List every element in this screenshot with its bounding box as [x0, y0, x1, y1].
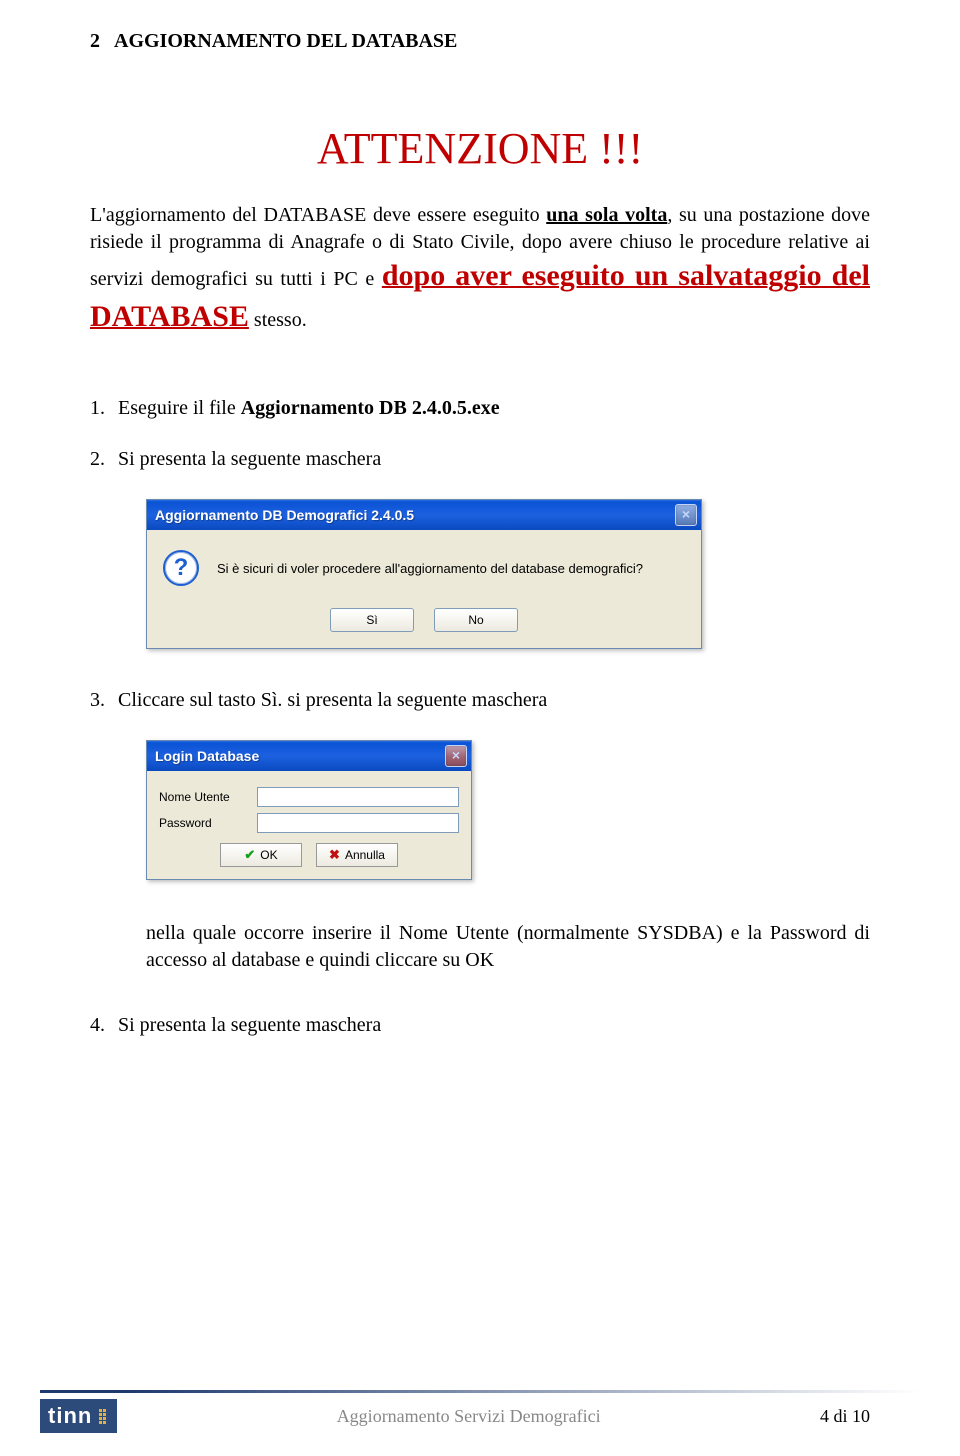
step-2-number: 2.	[90, 448, 118, 471]
footer-divider	[40, 1390, 920, 1393]
login-body: Nome Utente Password ✔ OK ✖ Annulla	[147, 771, 471, 879]
username-row: Nome Utente	[159, 787, 459, 807]
cancel-button[interactable]: ✖ Annulla	[316, 843, 398, 867]
step-3-text: Cliccare sul tasto Sì. si presenta la se…	[118, 689, 547, 711]
step-4: 4.Si presenta la seguente maschera	[118, 1014, 870, 1037]
step-3-number: 3.	[90, 689, 118, 712]
tinn-logo: tinn	[40, 1399, 117, 1433]
step-1-filename: Aggiornamento DB 2.4.0.5.exe	[241, 397, 500, 419]
logo-dots-icon	[99, 1409, 109, 1424]
cancel-label: Annulla	[345, 848, 385, 862]
step-3-note: nella quale occorre inserire il Nome Ute…	[146, 920, 870, 974]
confirm-dialog: Aggiornamento DB Demografici 2.4.0.5 × ?…	[146, 499, 702, 649]
no-button[interactable]: No	[434, 608, 518, 632]
yes-button[interactable]: Sì	[330, 608, 414, 632]
section-title: AGGIORNAMENTO DEL DATABASE	[114, 30, 457, 52]
no-label: No	[468, 613, 483, 627]
check-icon: ✔	[244, 847, 255, 863]
confirm-titlebar: Aggiornamento DB Demografici 2.4.0.5 ×	[147, 500, 701, 530]
login-titlebar: Login Database ×	[147, 741, 471, 771]
login-button-row: ✔ OK ✖ Annulla	[159, 843, 459, 867]
yes-label: Sì	[366, 613, 377, 627]
step-3: 3.Cliccare sul tasto Sì. si presenta la …	[118, 689, 870, 712]
intro-text-3: stesso.	[249, 309, 307, 331]
username-label: Nome Utente	[159, 790, 257, 804]
confirm-title: Aggiornamento DB Demografici 2.4.0.5	[155, 507, 675, 523]
step-1-text: Eseguire il file	[118, 397, 241, 419]
ok-button[interactable]: ✔ OK	[220, 843, 302, 867]
intro-text: L'aggiornamento del DATABASE deve essere…	[90, 204, 546, 226]
footer-row: tinn Aggiornamento Servizi Demografici 4…	[0, 1399, 960, 1433]
confirm-message: Si è sicuri di voler procedere all'aggio…	[217, 561, 643, 576]
intro-emph-1: una sola volta	[546, 204, 667, 226]
page-number: 4 di 10	[820, 1406, 870, 1427]
page-footer: tinn Aggiornamento Servizi Demografici 4…	[0, 1390, 960, 1440]
confirm-button-row: Sì No	[163, 608, 685, 632]
step-4-text: Si presenta la seguente maschera	[118, 1014, 381, 1036]
section-number: 2	[90, 30, 100, 52]
password-row: Password	[159, 813, 459, 833]
login-title: Login Database	[155, 748, 445, 764]
password-input[interactable]	[257, 813, 459, 833]
step-2-text: Si presenta la seguente maschera	[118, 448, 381, 470]
confirm-row: ? Si è sicuri di voler procedere all'agg…	[163, 550, 685, 586]
logo-text: tinn	[48, 1403, 92, 1429]
login-dialog: Login Database × Nome Utente Password ✔ …	[146, 740, 472, 880]
step-4-number: 4.	[90, 1014, 118, 1037]
section-heading: 2 AGGIORNAMENTO DEL DATABASE	[90, 30, 870, 53]
question-icon: ?	[163, 550, 199, 586]
step-1: 1.Eseguire il file Aggiornamento DB 2.4.…	[118, 397, 870, 420]
step-2: 2.Si presenta la seguente maschera	[118, 448, 870, 471]
x-icon: ✖	[329, 847, 340, 863]
attention-heading: ATTENZIONE !!!	[90, 123, 870, 174]
close-icon[interactable]: ×	[445, 745, 467, 767]
footer-title: Aggiornamento Servizi Demografici	[117, 1406, 820, 1427]
intro-paragraph: L'aggiornamento del DATABASE deve essere…	[90, 202, 870, 337]
password-label: Password	[159, 816, 257, 830]
close-icon[interactable]: ×	[675, 504, 697, 526]
page-body: 2 AGGIORNAMENTO DEL DATABASE ATTENZIONE !…	[0, 0, 960, 1037]
confirm-body: ? Si è sicuri di voler procedere all'agg…	[147, 530, 701, 648]
step-1-number: 1.	[90, 397, 118, 420]
username-input[interactable]	[257, 787, 459, 807]
ok-label: OK	[260, 848, 277, 862]
